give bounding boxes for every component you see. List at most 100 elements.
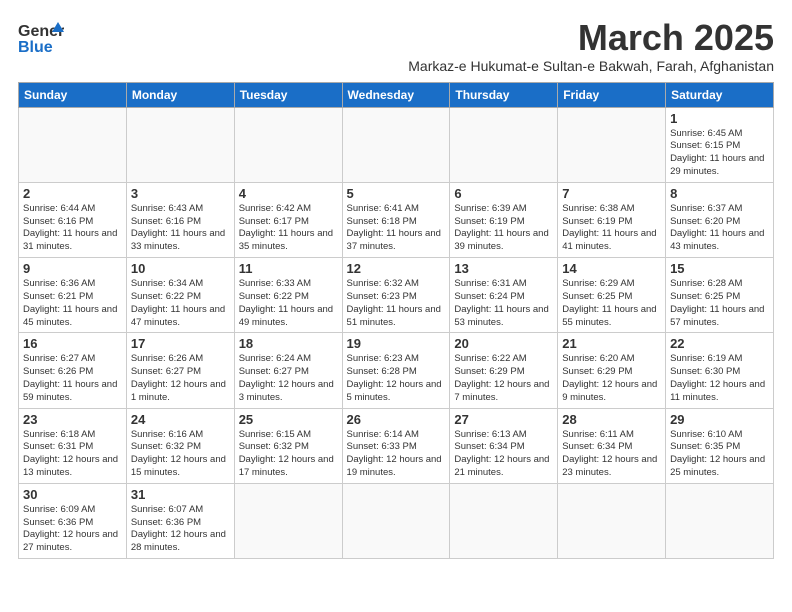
day-number: 11: [239, 261, 338, 276]
calendar-cell: [234, 107, 342, 182]
calendar-cell: 6Sunrise: 6:39 AM Sunset: 6:19 PM Daylig…: [450, 182, 558, 257]
day-info: Sunrise: 6:24 AM Sunset: 6:27 PM Dayligh…: [239, 353, 338, 404]
day-number: 25: [239, 412, 338, 427]
calendar-cell: 4 Sunrise: 6:42 AM Sunset: 6:17 PM Daylig…: [234, 182, 342, 257]
logo-icon: General Blue: [18, 18, 64, 56]
day-info: Sunrise: 6:09 AM Sunset: 6:36 PM Dayligh…: [23, 504, 122, 555]
svg-text:Blue: Blue: [18, 39, 53, 56]
calendar-cell: 5 Sunrise: 6:41 AM Sunset: 6:18 PM Daylig…: [342, 182, 450, 257]
day-number: 15: [670, 261, 769, 276]
calendar-cell: 15 Sunrise: 6:28 AM Sunset: 6:25 PM Dayli…: [666, 258, 774, 333]
day-info: Sunrise: 6:22 AM Sunset: 6:29 PM Dayligh…: [454, 353, 553, 404]
col-thursday: Thursday: [450, 82, 558, 107]
day-info: Sunrise: 6:33 AM Sunset: 6:22 PM Dayligh…: [239, 278, 338, 329]
calendar-cell: 21Sunrise: 6:20 AM Sunset: 6:29 PM Dayli…: [558, 333, 666, 408]
day-number: 28: [562, 412, 661, 427]
day-info: Sunrise: 6:13 AM Sunset: 6:34 PM Dayligh…: [454, 429, 553, 480]
day-number: 29: [670, 412, 769, 427]
calendar-cell: 27 Sunrise: 6:13 AM Sunset: 6:34 PM Dayli…: [450, 408, 558, 483]
calendar-cell: 31 Sunrise: 6:07 AM Sunset: 6:36 PM Dayli…: [126, 483, 234, 558]
day-info: Sunrise: 6:23 AM Sunset: 6:28 PM Dayligh…: [347, 353, 446, 404]
day-info: Sunrise: 6:43 AM Sunset: 6:16 PM Dayligh…: [131, 203, 230, 254]
day-number: 5: [347, 186, 446, 201]
calendar-cell: 30 Sunrise: 6:09 AM Sunset: 6:36 PM Dayli…: [19, 483, 127, 558]
day-info: Sunrise: 6:16 AM Sunset: 6:32 PM Dayligh…: [131, 429, 230, 480]
day-number: 14: [562, 261, 661, 276]
calendar-cell: 7 Sunrise: 6:38 AM Sunset: 6:19 PM Daylig…: [558, 182, 666, 257]
calendar-cell: 20Sunrise: 6:22 AM Sunset: 6:29 PM Dayli…: [450, 333, 558, 408]
day-number: 8: [670, 186, 769, 201]
title-area: March 2025 Markaz-e Hukumat-e Sultan-e B…: [408, 18, 774, 74]
day-info: Sunrise: 6:31 AM Sunset: 6:24 PM Dayligh…: [454, 278, 553, 329]
calendar-cell: [666, 483, 774, 558]
day-info: Sunrise: 6:18 AM Sunset: 6:31 PM Dayligh…: [23, 429, 122, 480]
day-info: Sunrise: 6:11 AM Sunset: 6:34 PM Dayligh…: [562, 429, 661, 480]
calendar-cell: 26Sunrise: 6:14 AM Sunset: 6:33 PM Dayli…: [342, 408, 450, 483]
calendar-cell: [558, 107, 666, 182]
day-info: Sunrise: 6:28 AM Sunset: 6:25 PM Dayligh…: [670, 278, 769, 329]
day-number: 17: [131, 336, 230, 351]
calendar-cell: 8Sunrise: 6:37 AM Sunset: 6:20 PM Daylig…: [666, 182, 774, 257]
day-info: Sunrise: 6:36 AM Sunset: 6:21 PM Dayligh…: [23, 278, 122, 329]
day-info: Sunrise: 6:20 AM Sunset: 6:29 PM Dayligh…: [562, 353, 661, 404]
day-info: Sunrise: 6:41 AM Sunset: 6:18 PM Dayligh…: [347, 203, 446, 254]
calendar-cell: 16Sunrise: 6:27 AM Sunset: 6:26 PM Dayli…: [19, 333, 127, 408]
day-info: Sunrise: 6:19 AM Sunset: 6:30 PM Dayligh…: [670, 353, 769, 404]
day-number: 6: [454, 186, 553, 201]
day-number: 24: [131, 412, 230, 427]
calendar-cell: 11 Sunrise: 6:33 AM Sunset: 6:22 PM Dayli…: [234, 258, 342, 333]
day-info: Sunrise: 6:29 AM Sunset: 6:25 PM Dayligh…: [562, 278, 661, 329]
col-tuesday: Tuesday: [234, 82, 342, 107]
calendar-cell: [126, 107, 234, 182]
day-number: 22: [670, 336, 769, 351]
day-info: Sunrise: 6:42 AM Sunset: 6:17 PM Dayligh…: [239, 203, 338, 254]
calendar-cell: 14 Sunrise: 6:29 AM Sunset: 6:25 PM Dayli…: [558, 258, 666, 333]
day-number: 19: [347, 336, 446, 351]
calendar-cell: [450, 107, 558, 182]
calendar-cell: 24 Sunrise: 6:16 AM Sunset: 6:32 PM Dayli…: [126, 408, 234, 483]
col-saturday: Saturday: [666, 82, 774, 107]
header: General Blue March 2025 Markaz-e Hukumat…: [18, 18, 774, 74]
calendar-cell: [450, 483, 558, 558]
calendar-week-3: 16Sunrise: 6:27 AM Sunset: 6:26 PM Dayli…: [19, 333, 774, 408]
calendar-week-2: 9 Sunrise: 6:36 AM Sunset: 6:21 PM Daylig…: [19, 258, 774, 333]
calendar-cell: 10 Sunrise: 6:34 AM Sunset: 6:22 PM Dayli…: [126, 258, 234, 333]
calendar-cell: 19 Sunrise: 6:23 AM Sunset: 6:28 PM Dayli…: [342, 333, 450, 408]
calendar-week-1: 2Sunrise: 6:44 AM Sunset: 6:16 PM Daylig…: [19, 182, 774, 257]
day-number: 4: [239, 186, 338, 201]
day-number: 23: [23, 412, 122, 427]
calendar-cell: [342, 483, 450, 558]
day-info: Sunrise: 6:45 AM Sunset: 6:15 PM Dayligh…: [670, 128, 769, 179]
day-number: 7: [562, 186, 661, 201]
day-number: 26: [347, 412, 446, 427]
day-info: Sunrise: 6:34 AM Sunset: 6:22 PM Dayligh…: [131, 278, 230, 329]
calendar-cell: 23 Sunrise: 6:18 AM Sunset: 6:31 PM Dayli…: [19, 408, 127, 483]
calendar-cell: [19, 107, 127, 182]
col-sunday: Sunday: [19, 82, 127, 107]
calendar-cell: 12Sunrise: 6:32 AM Sunset: 6:23 PM Dayli…: [342, 258, 450, 333]
day-number: 9: [23, 261, 122, 276]
calendar-cell: 3 Sunrise: 6:43 AM Sunset: 6:16 PM Daylig…: [126, 182, 234, 257]
calendar-header-row: Sunday Monday Tuesday Wednesday Thursday…: [19, 82, 774, 107]
calendar-cell: 13Sunrise: 6:31 AM Sunset: 6:24 PM Dayli…: [450, 258, 558, 333]
calendar-cell: 22 Sunrise: 6:19 AM Sunset: 6:30 PM Dayli…: [666, 333, 774, 408]
logo-wrapper: General Blue: [18, 18, 64, 56]
calendar-week-0: 1Sunrise: 6:45 AM Sunset: 6:15 PM Daylig…: [19, 107, 774, 182]
day-number: 30: [23, 487, 122, 502]
day-info: Sunrise: 6:10 AM Sunset: 6:35 PM Dayligh…: [670, 429, 769, 480]
day-info: Sunrise: 6:07 AM Sunset: 6:36 PM Dayligh…: [131, 504, 230, 555]
calendar-week-4: 23 Sunrise: 6:18 AM Sunset: 6:31 PM Dayli…: [19, 408, 774, 483]
day-number: 27: [454, 412, 553, 427]
day-number: 10: [131, 261, 230, 276]
calendar-week-5: 30 Sunrise: 6:09 AM Sunset: 6:36 PM Dayli…: [19, 483, 774, 558]
day-info: Sunrise: 6:44 AM Sunset: 6:16 PM Dayligh…: [23, 203, 122, 254]
day-number: 18: [239, 336, 338, 351]
day-number: 31: [131, 487, 230, 502]
day-number: 3: [131, 186, 230, 201]
day-info: Sunrise: 6:38 AM Sunset: 6:19 PM Dayligh…: [562, 203, 661, 254]
day-number: 16: [23, 336, 122, 351]
day-info: Sunrise: 6:26 AM Sunset: 6:27 PM Dayligh…: [131, 353, 230, 404]
col-wednesday: Wednesday: [342, 82, 450, 107]
calendar-cell: [558, 483, 666, 558]
calendar-cell: 18 Sunrise: 6:24 AM Sunset: 6:27 PM Dayli…: [234, 333, 342, 408]
